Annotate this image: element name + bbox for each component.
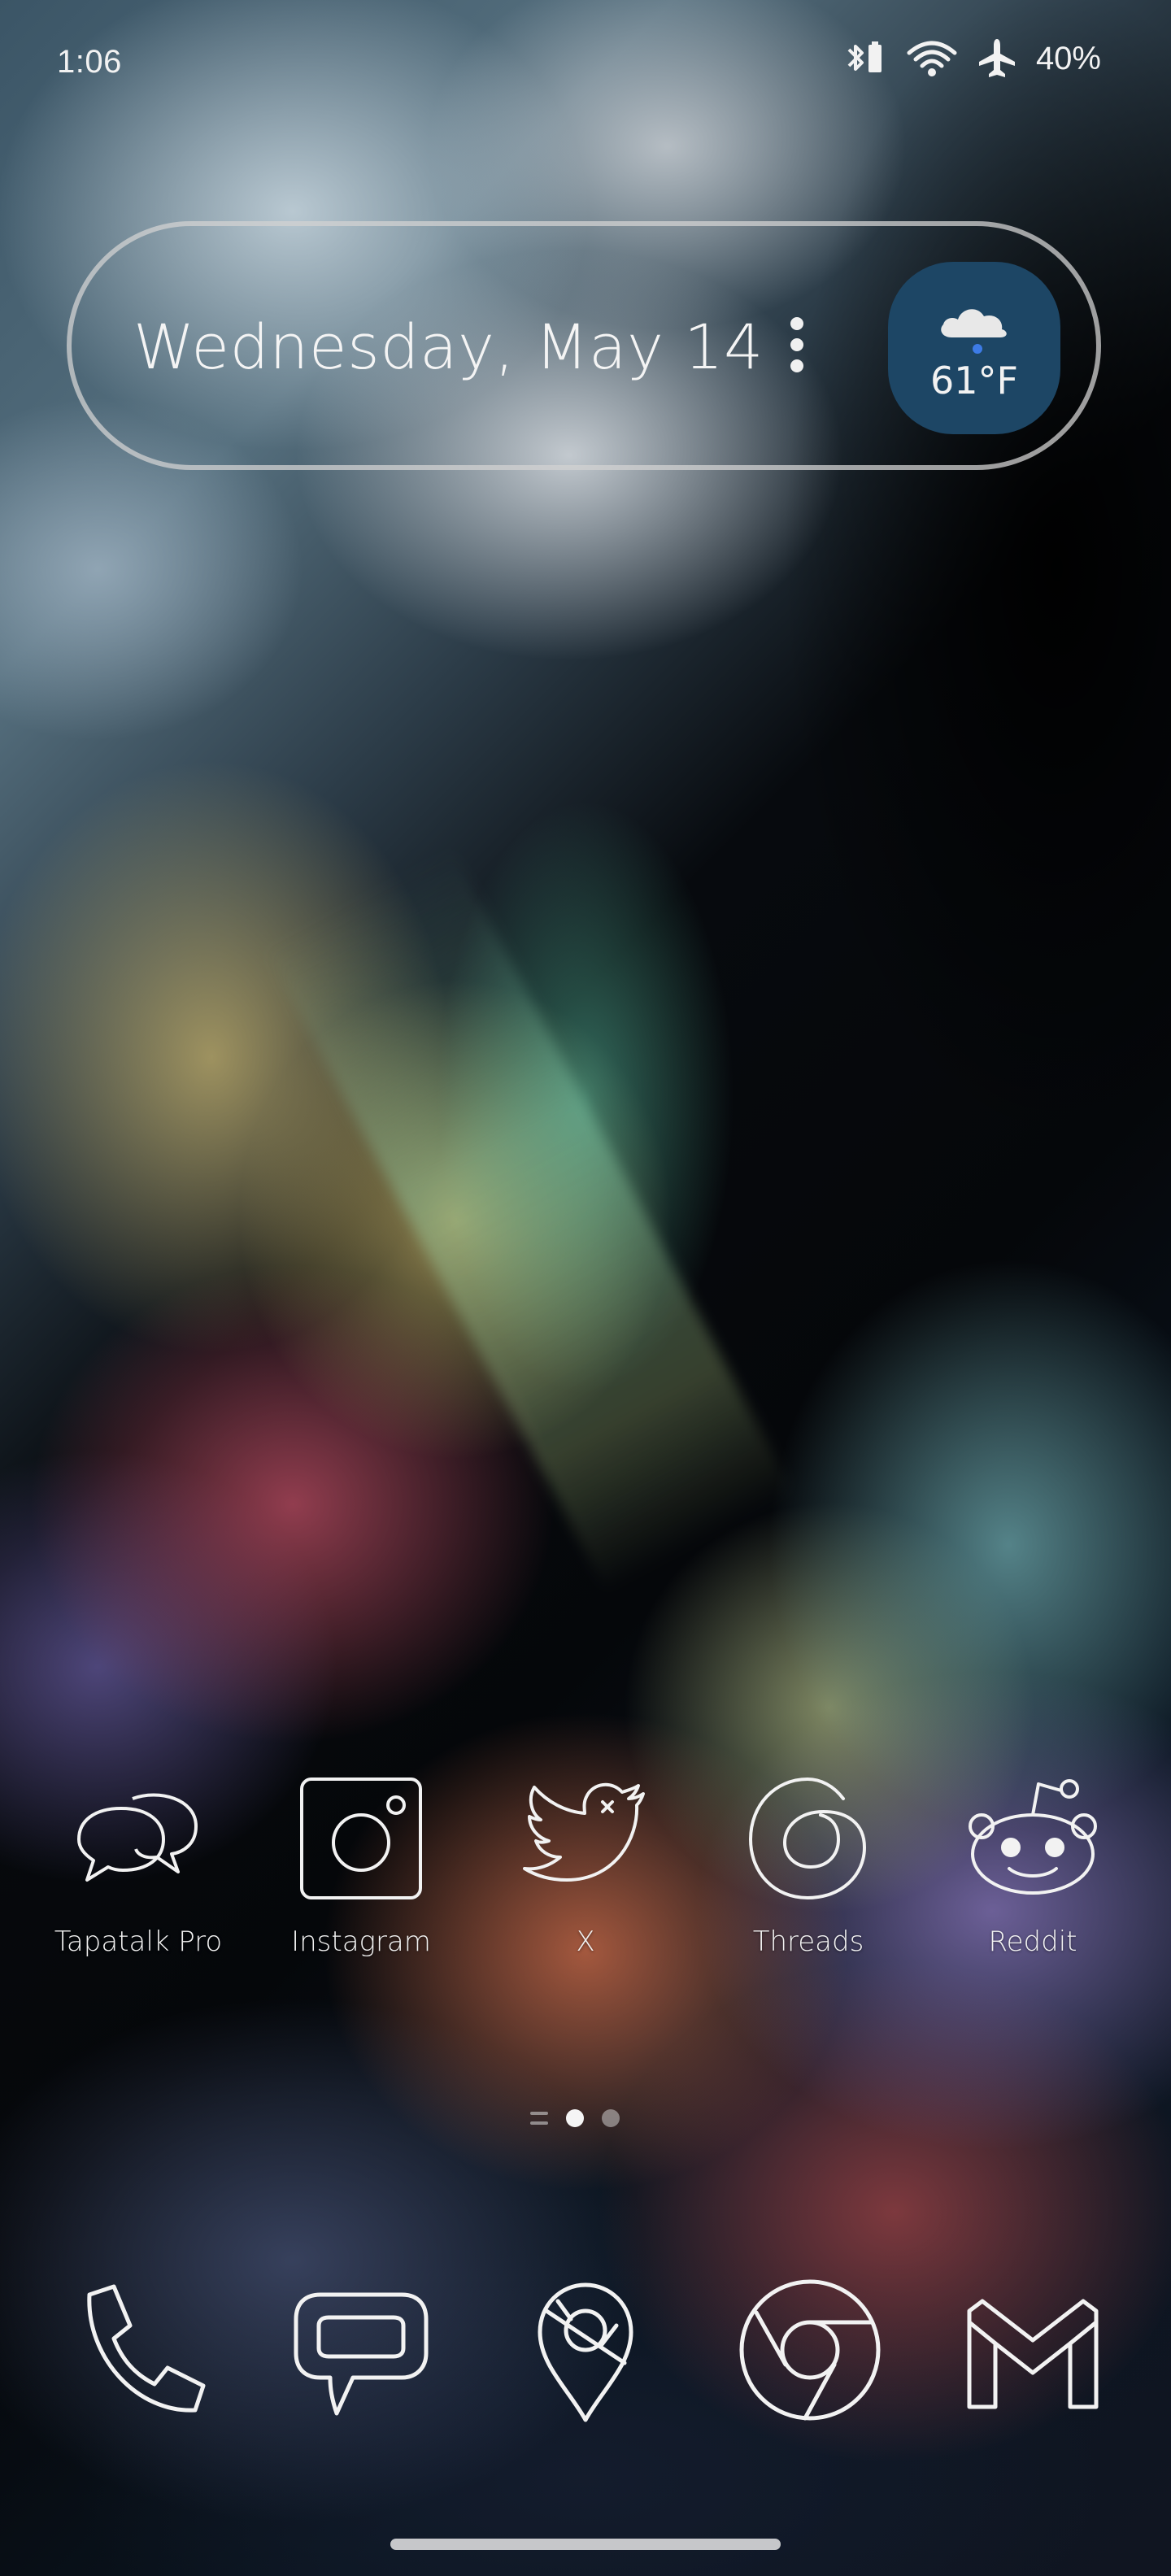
app-reddit[interactable]: Reddit bbox=[935, 1769, 1130, 1958]
weather-temperature: 61°F bbox=[930, 359, 1018, 402]
gesture-nav-handle[interactable] bbox=[390, 2539, 781, 2550]
dock-phone[interactable] bbox=[57, 2269, 220, 2431]
minus-one-page-indicator bbox=[530, 2112, 548, 2125]
weather-chip[interactable]: 61°F bbox=[888, 262, 1060, 434]
app-tapatalk-pro[interactable]: Tapatalk Pro bbox=[41, 1769, 236, 1958]
app-x[interactable]: X bbox=[488, 1769, 683, 1958]
twitter-bird-icon bbox=[523, 1783, 645, 1882]
dock-messages[interactable] bbox=[280, 2269, 442, 2431]
chat-bubbles-icon bbox=[77, 1793, 198, 1882]
page-indicator[interactable] bbox=[530, 2109, 620, 2127]
threads-icon bbox=[748, 1777, 867, 1900]
app-label: X bbox=[576, 1925, 595, 1958]
status-bar: 1:06 40% bbox=[0, 0, 1171, 122]
more-dot-icon bbox=[790, 317, 803, 330]
app-label: Instagram bbox=[291, 1925, 431, 1958]
status-time: 1:06 bbox=[57, 44, 122, 80]
at-a-glance-widget[interactable]: Wednesday, May 14 61°F bbox=[67, 221, 1101, 470]
phone-icon bbox=[87, 2284, 206, 2413]
dock-gmail[interactable] bbox=[951, 2269, 1114, 2431]
app-instagram[interactable]: Instagram bbox=[263, 1769, 459, 1958]
reddit-icon bbox=[969, 1779, 1097, 1895]
gmail-icon bbox=[967, 2299, 1099, 2409]
page-dot bbox=[602, 2109, 620, 2127]
widget-more-menu[interactable] bbox=[773, 304, 821, 385]
wallpaper-shadow bbox=[716, 0, 1171, 1382]
cloud-rain-icon bbox=[941, 309, 1007, 354]
app-threads[interactable]: Threads bbox=[711, 1769, 906, 1958]
app-label: Tapatalk Pro bbox=[54, 1925, 223, 1958]
maps-icon bbox=[538, 2282, 633, 2422]
dock-maps[interactable] bbox=[504, 2269, 667, 2431]
app-label: Threads bbox=[752, 1925, 864, 1958]
airplane-mode-icon bbox=[978, 39, 1015, 77]
page-dot-active bbox=[566, 2109, 584, 2127]
status-icons: 40% bbox=[844, 37, 1101, 80]
dock-chrome[interactable] bbox=[729, 2269, 891, 2431]
app-label: Reddit bbox=[988, 1925, 1077, 1958]
more-dot-icon bbox=[790, 338, 803, 351]
battery-percentage: 40% bbox=[1035, 40, 1101, 76]
messages-icon bbox=[294, 2292, 429, 2416]
instagram-icon bbox=[300, 1778, 422, 1899]
chrome-icon bbox=[739, 2279, 881, 2421]
wifi-icon bbox=[907, 41, 957, 76]
home-screen: 1:06 40% Wednesday, May 14 61°F Tapatalk… bbox=[0, 0, 1171, 2576]
more-dot-icon bbox=[790, 359, 803, 372]
widget-date[interactable]: Wednesday, May 14 bbox=[133, 311, 764, 383]
bluetooth-battery-icon bbox=[847, 41, 882, 72]
